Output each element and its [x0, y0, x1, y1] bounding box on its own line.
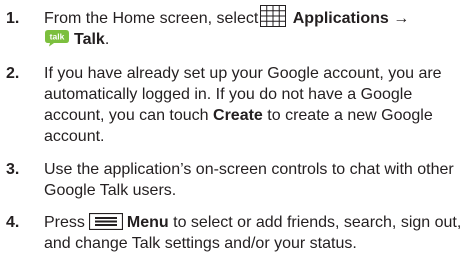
step-line: Google Talk users. — [44, 182, 177, 199]
step-line: account. — [44, 128, 105, 145]
arrow: → — [393, 10, 410, 27]
step-number: 4. — [6, 214, 20, 231]
svg-text:talk: talk — [50, 32, 65, 42]
step-number: 1. — [6, 10, 20, 27]
step-number: 3. — [6, 161, 20, 178]
step-line: account, you can touch Create to create … — [44, 105, 468, 126]
step-body: From the Home screen, select Application… — [44, 4, 468, 50]
step-number: 2. — [6, 65, 20, 82]
create-label: Create — [213, 107, 263, 124]
menu-label: Menu — [126, 214, 169, 231]
step-body: If you have already set up your Google a… — [44, 63, 468, 147]
talk-icon: talk — [44, 29, 70, 47]
step-body: Press Menu to select or add friends, sea… — [44, 212, 468, 254]
step-text: account, you can touch — [44, 107, 209, 124]
step-body: Use the application’s on-screen controls… — [44, 159, 468, 201]
step-text: From the Home screen, select — [44, 10, 259, 27]
step-text: to create a new Google — [267, 107, 433, 124]
step-line: Use the application’s on-screen controls… — [44, 161, 454, 178]
step-line: automatically logged in. If you do not h… — [44, 86, 413, 103]
menu-key-icon — [88, 212, 123, 230]
step-line: From the Home screen, select Application… — [44, 4, 468, 29]
talk-label: Talk — [74, 31, 105, 48]
step-text: to select or add friends, search, sign o… — [173, 214, 462, 231]
step-line: and change Talk settings and/or your sta… — [44, 235, 357, 252]
instruction-list: 1. From the Home screen, select Applicat… — [0, 0, 472, 274]
step-text: Press — [44, 214, 85, 231]
step-line: If you have already set up your Google a… — [44, 65, 442, 82]
applications-label: Applications — [292, 10, 389, 27]
applications-grid-icon — [260, 4, 287, 27]
step-text: . — [104, 31, 110, 48]
step-line: talk Talk. — [44, 29, 468, 50]
step-line: Press Menu to select or add friends, sea… — [44, 212, 468, 233]
